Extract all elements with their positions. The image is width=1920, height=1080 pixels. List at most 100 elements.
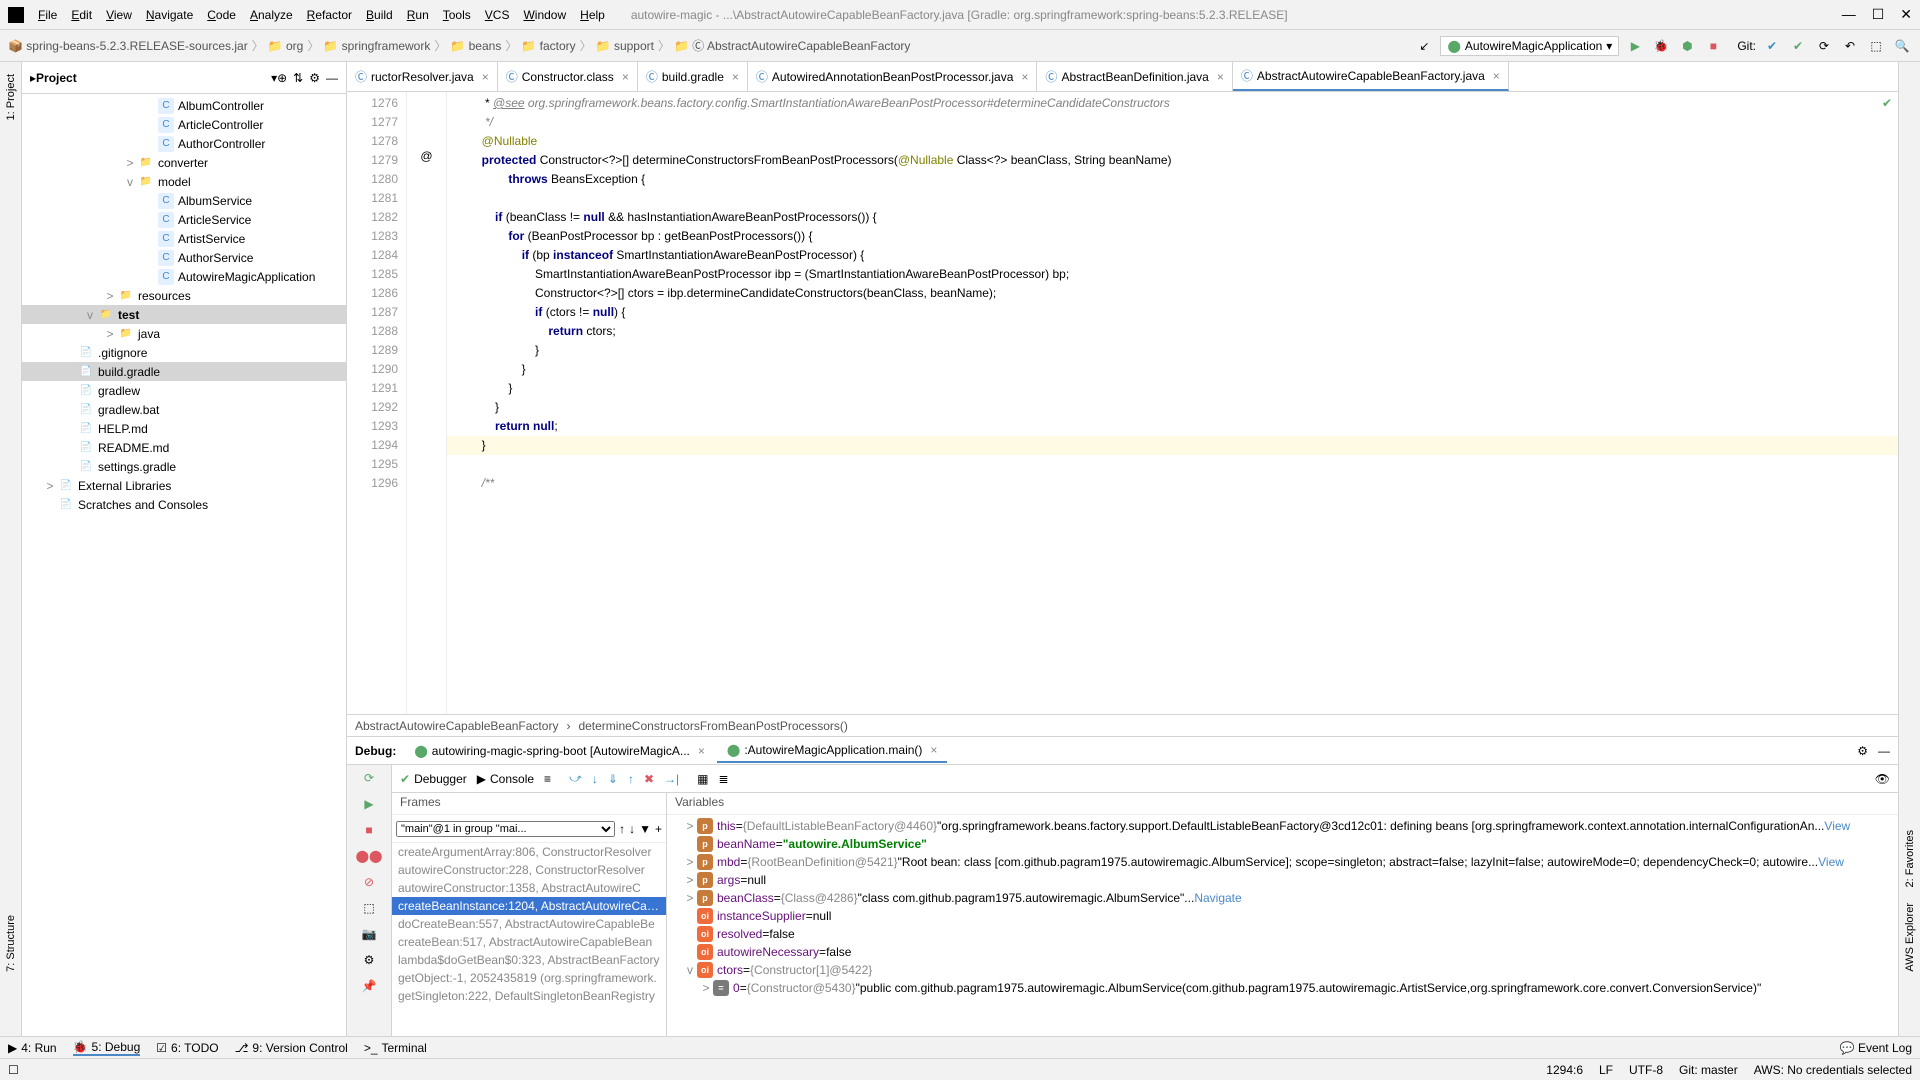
stack-frame[interactable]: createBeanInstance:1204, AbstractAutowir… [392, 897, 666, 915]
ide-settings-icon[interactable]: ⬚ [1866, 36, 1886, 56]
editor-tab[interactable]: ⒸructorResolver.java× [347, 62, 498, 91]
editor-tab[interactable]: ⒸAutowiredAnnotationBeanPostProcessor.ja… [748, 62, 1038, 91]
resume-icon[interactable]: ▶ [360, 795, 378, 813]
tree-item[interactable]: v📁model [22, 172, 346, 191]
editor-tab[interactable]: ⒸConstructor.class× [498, 62, 638, 91]
project-tree[interactable]: CAlbumControllerCArticleControllerCAutho… [22, 94, 346, 1036]
tree-item[interactable]: >📁java [22, 324, 346, 343]
menu-window[interactable]: Window [517, 6, 572, 24]
add-frame-icon[interactable]: + [655, 822, 662, 836]
vcs-update-icon[interactable]: ✔ [1788, 36, 1808, 56]
stop-icon[interactable]: ■ [360, 821, 378, 839]
tree-item[interactable]: v📁test [22, 305, 346, 324]
debug-session-tab[interactable]: ⬤:AutowireMagicApplication.main()× [717, 739, 948, 763]
step-into-icon[interactable]: ↓ [592, 772, 598, 786]
vcs-revert-icon[interactable]: ↶ [1840, 36, 1860, 56]
variable-row[interactable]: >pmbd = {RootBeanDefinition@5421} "Root … [667, 853, 1898, 871]
thread-selector[interactable]: "main"@1 in group "mai... [396, 821, 615, 837]
menu-analyze[interactable]: Analyze [244, 6, 299, 24]
menu-navigate[interactable]: Navigate [140, 6, 199, 24]
next-frame-icon[interactable]: ↓ [629, 822, 635, 836]
camera-icon[interactable]: 📷 [360, 925, 378, 943]
stack-frame[interactable]: getSingleton:222, DefaultSingletonBeanRe… [392, 987, 666, 1005]
tree-item[interactable]: 📄gradlew [22, 381, 346, 400]
variable-row[interactable]: >pbeanClass = {Class@4286} "class com.gi… [667, 889, 1898, 907]
stack-frame[interactable]: getObject:-1, 2052435819 (org.springfram… [392, 969, 666, 987]
breadcrumb-item[interactable]: 📁 Ⓒ AbstractAutowireCapableBeanFactory [674, 37, 910, 54]
vcs-history-icon[interactable]: ⟳ [1814, 36, 1834, 56]
expand-icon[interactable]: ⇅ [293, 71, 303, 85]
rerun-icon[interactable]: ⟳ [360, 769, 378, 787]
tree-item[interactable]: CAlbumService [22, 191, 346, 210]
tree-item[interactable]: >📁converter [22, 153, 346, 172]
cursor-position[interactable]: 1294:6 [1546, 1063, 1583, 1077]
run-button[interactable]: ▶ [1625, 36, 1645, 56]
tree-item[interactable]: >📁resources [22, 286, 346, 305]
tree-item[interactable]: CAuthorController [22, 134, 346, 153]
tool-window-button[interactable]: ▶4: Run [8, 1041, 57, 1055]
git-branch[interactable]: Git: master [1679, 1063, 1738, 1077]
menu-file[interactable]: File [32, 6, 63, 24]
breadcrumb-class[interactable]: AbstractAutowireCapableBeanFactory [355, 719, 558, 733]
editor-content[interactable]: 1276127712781279128012811282128312841285… [347, 92, 1898, 714]
tree-item[interactable]: 📄build.gradle [22, 362, 346, 381]
menu-vcs[interactable]: VCS [479, 6, 516, 24]
watches-icon[interactable]: 👁 [1875, 772, 1890, 786]
step-over-icon[interactable]: ⤻ [569, 771, 582, 786]
event-log-button[interactable]: 💬 Event Log [1840, 1041, 1912, 1055]
menu-edit[interactable]: Edit [65, 6, 98, 24]
nav-back-icon[interactable]: ↙ [1414, 36, 1434, 56]
tree-item[interactable]: CAuthorService [22, 248, 346, 267]
variable-row[interactable]: pbeanName = "autowire.AlbumService" [667, 835, 1898, 853]
breakpoints-icon[interactable]: ⬤⬤ [360, 847, 378, 865]
menu-tools[interactable]: Tools [437, 6, 477, 24]
variables-list[interactable]: >pthis = {DefaultListableBeanFactory@446… [667, 815, 1898, 1036]
evaluate-icon[interactable]: ▦ [697, 772, 708, 786]
menu-refactor[interactable]: Refactor [301, 6, 358, 24]
settings-icon[interactable]: ⚙ [309, 71, 320, 85]
project-tool-button[interactable]: 1: Project [1, 70, 21, 124]
frames-list[interactable]: createArgumentArray:806, ConstructorReso… [392, 843, 666, 1036]
debug-session-tab[interactable]: ⬤autowiring-magic-spring-boot [AutowireM… [404, 739, 715, 763]
tree-item[interactable]: 📄Scratches and Consoles [22, 495, 346, 514]
tool-window-button[interactable]: 🐞5: Debug [73, 1040, 141, 1056]
tree-item[interactable]: 📄gradlew.bat [22, 400, 346, 419]
pin-icon[interactable]: 📌 [360, 977, 378, 995]
aws-explorer-button[interactable]: AWS Explorer [1900, 899, 1920, 976]
structure-tool-button[interactable]: 7: Structure [1, 911, 21, 976]
hide-icon[interactable]: — [326, 71, 338, 85]
close-button[interactable]: ✕ [1900, 6, 1912, 23]
step-out-icon[interactable]: ↑ [628, 772, 634, 786]
editor-tab[interactable]: Ⓒbuild.gradle× [638, 62, 748, 91]
tree-item[interactable]: 📄HELP.md [22, 419, 346, 438]
code-area[interactable]: * @see org.springframework.beans.factory… [447, 92, 1898, 714]
breadcrumb-item[interactable]: 📁 factory [521, 39, 575, 53]
favorites-tool-button[interactable]: 2: Favorites [1900, 826, 1920, 891]
force-step-into-icon[interactable]: ⇓ [608, 772, 618, 786]
tree-item[interactable]: 📄settings.gradle [22, 457, 346, 476]
run-to-cursor-icon[interactable]: →| [664, 772, 679, 786]
variable-row[interactable]: oiautowireNecessary = false [667, 943, 1898, 961]
editor-tab[interactable]: ⒸAbstractAutowireCapableBeanFactory.java… [1233, 62, 1509, 91]
stack-frame[interactable]: createBean:517, AbstractAutowireCapableB… [392, 933, 666, 951]
stack-frame[interactable]: doCreateBean:557, AbstractAutowireCapabl… [392, 915, 666, 933]
menu-help[interactable]: Help [574, 6, 611, 24]
breadcrumb-item[interactable]: 📁 beans [450, 39, 501, 53]
minimize-button[interactable]: — [1842, 6, 1856, 23]
mute-icon[interactable]: ⊘ [360, 873, 378, 891]
tool-window-button[interactable]: >_Terminal [364, 1041, 427, 1055]
stop-button[interactable]: ■ [1703, 36, 1723, 56]
tree-item[interactable]: CArticleController [22, 115, 346, 134]
line-ending[interactable]: LF [1599, 1063, 1613, 1077]
locate-icon[interactable]: ⊕ [277, 71, 287, 85]
prev-frame-icon[interactable]: ↑ [619, 822, 625, 836]
console-tab[interactable]: ▶Console [477, 772, 534, 786]
menu-view[interactable]: View [100, 6, 138, 24]
variable-row[interactable]: >pthis = {DefaultListableBeanFactory@446… [667, 817, 1898, 835]
tree-item[interactable]: >📄External Libraries [22, 476, 346, 495]
debug-settings-icon[interactable]: ⚙ [1857, 744, 1868, 758]
stack-frame[interactable]: lambda$doGetBean$0:323, AbstractBeanFact… [392, 951, 666, 969]
breadcrumb-item[interactable]: 📁 org [268, 39, 304, 53]
run-configuration-selector[interactable]: ⬤ AutowireMagicApplication ▾ [1440, 36, 1619, 56]
tool-window-button[interactable]: ☑6: TODO [156, 1041, 218, 1055]
